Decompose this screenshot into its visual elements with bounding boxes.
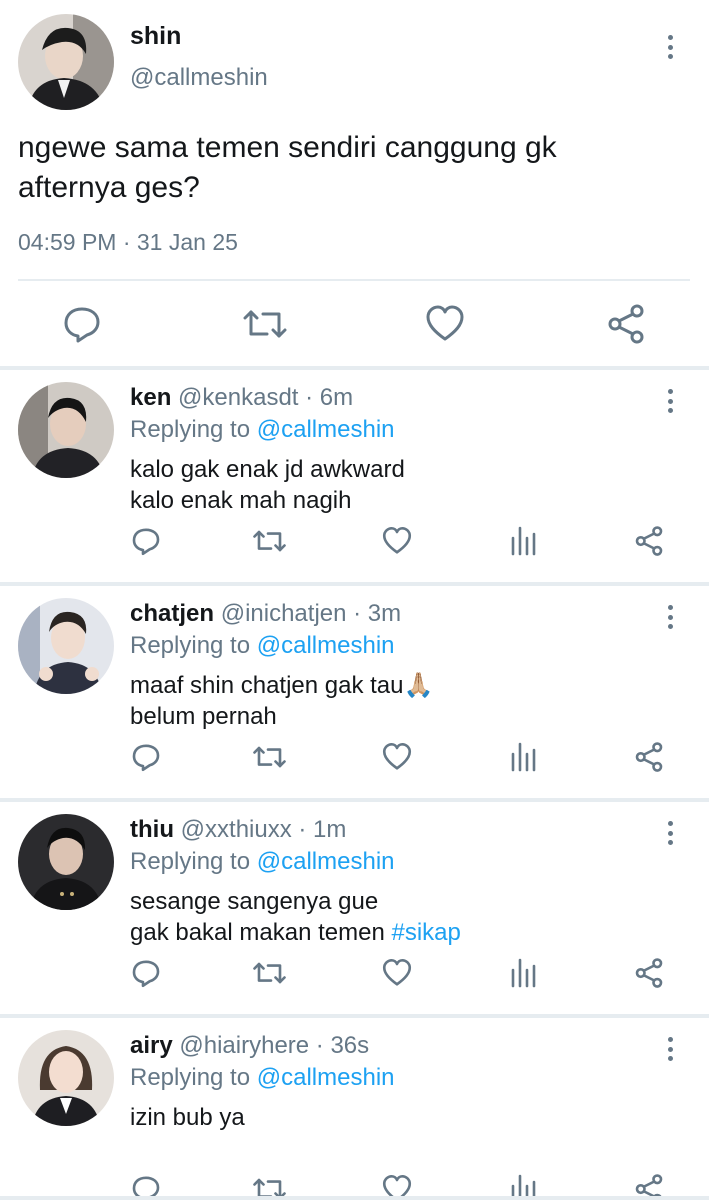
avatar[interactable] bbox=[18, 14, 114, 110]
reply-text: izin bub ya bbox=[130, 1102, 245, 1133]
like-icon[interactable] bbox=[425, 304, 465, 344]
reply-action-bar bbox=[0, 520, 709, 560]
tweet-text-line: ngewe sama temen sendiri canggung gk bbox=[18, 131, 557, 164]
retweet-icon[interactable] bbox=[243, 304, 287, 344]
reply-text-line: izin bub ya bbox=[130, 1104, 245, 1131]
more-options-icon[interactable] bbox=[660, 602, 680, 632]
replying-to: Replying to @callmeshin bbox=[130, 848, 395, 876]
analytics-icon[interactable] bbox=[510, 526, 536, 556]
retweet-icon[interactable] bbox=[253, 958, 286, 988]
reply-icon[interactable] bbox=[131, 742, 161, 772]
reply-text-line: belum pernah bbox=[130, 703, 277, 730]
replying-to-label: Replying to bbox=[130, 1064, 257, 1091]
share-icon[interactable] bbox=[634, 742, 664, 772]
reply-text-line: maaf shin chatjen gak tau🙏🏼 bbox=[130, 672, 434, 699]
reply-text-line: gak bakal makan temen #sikap bbox=[130, 917, 461, 948]
reply-tweet[interactable]: ken @kenkasdt · 6m Replying to @callmesh… bbox=[0, 370, 709, 582]
replying-to-label: Replying to bbox=[130, 632, 257, 659]
retweet-icon[interactable] bbox=[253, 526, 286, 556]
reply-text-segment: gak bakal makan temen bbox=[130, 919, 392, 946]
reply-header: ken @kenkasdt · 6m bbox=[130, 384, 353, 412]
author-handle-time[interactable]: @hiairyhere · 36s bbox=[179, 1032, 369, 1059]
tweet-text-line: afternya ges? bbox=[18, 171, 200, 204]
author-handle[interactable]: @callmeshin bbox=[130, 64, 268, 92]
reply-header: airy @hiairyhere · 36s bbox=[130, 1032, 369, 1060]
reply-text: sesange sangenya gue gak bakal makan tem… bbox=[130, 886, 461, 948]
share-icon[interactable] bbox=[634, 526, 664, 556]
reply-text-line: sesange sangenya gue bbox=[130, 888, 379, 915]
reply-header: chatjen @inichatjen · 3m bbox=[130, 600, 401, 628]
more-options-icon[interactable] bbox=[660, 818, 680, 848]
reply-text: maaf shin chatjen gak tau🙏🏼 belum pernah bbox=[130, 670, 433, 732]
mention-link[interactable]: @callmeshin bbox=[257, 848, 395, 875]
avatar-image bbox=[18, 14, 114, 110]
main-tweet: shin @callmeshin ngewe sama temen sendir… bbox=[0, 0, 709, 366]
author-handle-time[interactable]: @kenkasdt · 6m bbox=[178, 384, 353, 411]
replying-to: Replying to @callmeshin bbox=[130, 416, 395, 444]
reply-icon[interactable] bbox=[131, 958, 161, 988]
reply-icon[interactable] bbox=[131, 526, 161, 556]
tweet-text: ngewe sama temen sendiri canggung gk aft… bbox=[18, 128, 688, 208]
author-name[interactable]: airy bbox=[130, 1032, 173, 1059]
reply-text: kalo gak enak jd awkward kalo enak mah n… bbox=[130, 454, 405, 516]
author-name[interactable]: shin bbox=[130, 22, 181, 51]
reply-header: thiu @xxthiuxx · 1m bbox=[130, 816, 346, 844]
reply-text-line: kalo enak mah nagih bbox=[130, 487, 352, 514]
reply-text-line: kalo gak enak jd awkward bbox=[130, 456, 405, 483]
reply-action-bar bbox=[0, 736, 709, 776]
mention-link[interactable]: @callmeshin bbox=[257, 632, 395, 659]
author-name[interactable]: thiu bbox=[130, 816, 174, 843]
replying-to: Replying to @callmeshin bbox=[130, 632, 395, 660]
reply-tweet[interactable]: airy @hiairyhere · 36s Replying to @call… bbox=[0, 1018, 709, 1200]
reply-icon[interactable] bbox=[62, 304, 102, 344]
share-icon[interactable] bbox=[606, 304, 646, 344]
mention-link[interactable]: @callmeshin bbox=[257, 1064, 395, 1091]
hashtag-link[interactable]: #sikap bbox=[391, 919, 460, 946]
divider bbox=[18, 279, 690, 281]
author-name[interactable]: chatjen bbox=[130, 600, 214, 627]
more-options-icon[interactable] bbox=[660, 1034, 680, 1064]
replying-to-label: Replying to bbox=[130, 848, 257, 875]
more-options-icon[interactable] bbox=[660, 386, 680, 416]
like-icon[interactable] bbox=[382, 742, 412, 772]
replying-to-label: Replying to bbox=[130, 416, 257, 443]
like-icon[interactable] bbox=[382, 958, 412, 988]
tweet-action-bar bbox=[0, 296, 709, 352]
mention-link[interactable]: @callmeshin bbox=[257, 416, 395, 443]
analytics-icon[interactable] bbox=[510, 958, 536, 988]
avatar[interactable] bbox=[18, 382, 114, 478]
tweet-timestamp[interactable]: 04:59 PM · 31 Jan 25 bbox=[18, 229, 238, 256]
replying-to: Replying to @callmeshin bbox=[130, 1064, 395, 1092]
retweet-icon[interactable] bbox=[253, 742, 286, 772]
analytics-icon[interactable] bbox=[510, 742, 536, 772]
avatar[interactable] bbox=[18, 598, 114, 694]
section-divider bbox=[0, 1196, 709, 1200]
like-icon[interactable] bbox=[382, 526, 412, 556]
reply-tweet[interactable]: thiu @xxthiuxx · 1m Replying to @callmes… bbox=[0, 802, 709, 1014]
share-icon[interactable] bbox=[634, 958, 664, 988]
avatar[interactable] bbox=[18, 814, 114, 910]
author-handle-time[interactable]: @inichatjen · 3m bbox=[221, 600, 401, 627]
more-options-icon[interactable] bbox=[660, 32, 680, 62]
author-name[interactable]: ken bbox=[130, 384, 171, 411]
avatar[interactable] bbox=[18, 1030, 114, 1126]
author-handle-time[interactable]: @xxthiuxx · 1m bbox=[181, 816, 347, 843]
reply-tweet[interactable]: chatjen @inichatjen · 3m Replying to @ca… bbox=[0, 586, 709, 798]
reply-action-bar bbox=[0, 952, 709, 992]
